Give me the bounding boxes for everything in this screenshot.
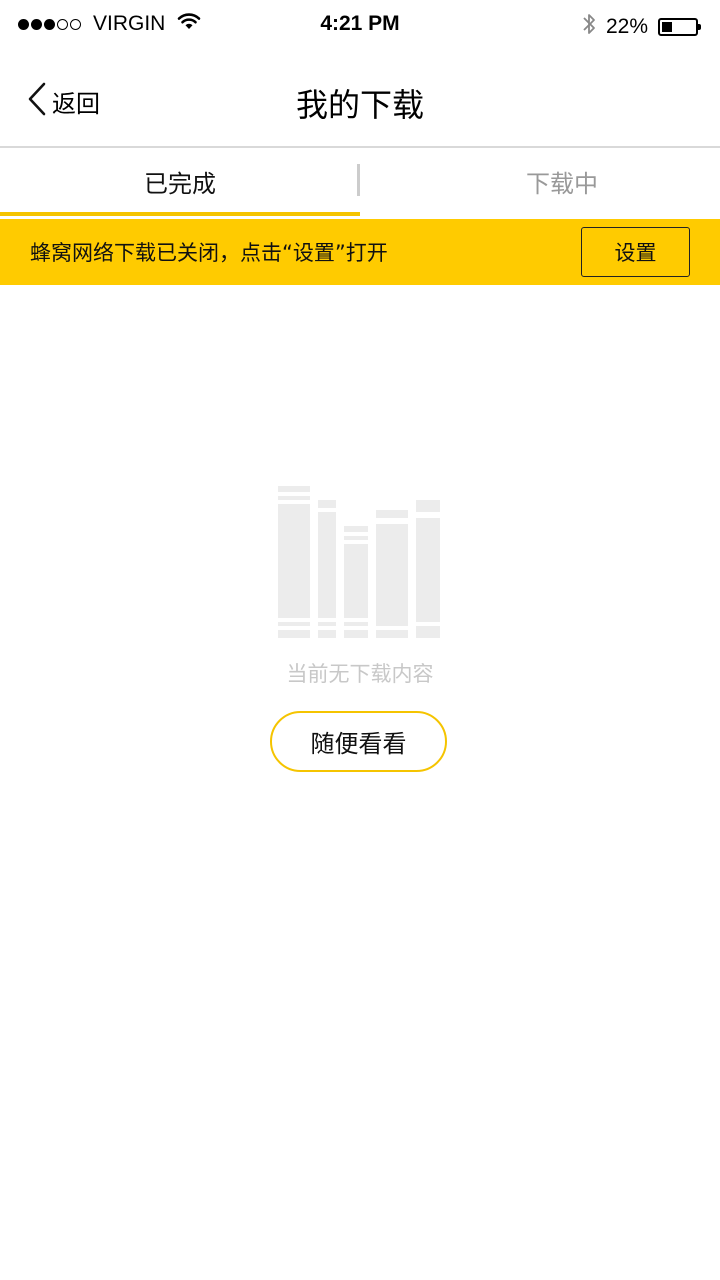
status-right: 22% (582, 12, 701, 42)
empty-books-icon (276, 484, 442, 640)
nav-bar: 返回 我的下载 (0, 52, 720, 148)
page-title: 我的下载 (295, 86, 424, 124)
browse-button[interactable]: 随便看看 (270, 711, 447, 772)
battery-fill (662, 22, 672, 32)
tab-divider (357, 164, 360, 196)
settings-button[interactable]: 设置 (581, 227, 690, 277)
download-screen: VIRGIN 4:21 PM 22% 返回 我的下载 已完成 下载中 蜂窝网络下… (0, 0, 720, 1280)
tab-completed[interactable]: 已完成 (0, 148, 360, 214)
battery-percent: 22% (605, 15, 648, 38)
notice-text: 蜂窝网络下载已关闭，点击“设置”打开 (30, 241, 388, 265)
tab-downloading[interactable]: 下载中 (408, 148, 720, 214)
tab-bar: 已完成 下载中 (0, 148, 720, 218)
bluetooth-icon (582, 12, 596, 42)
tab-active-indicator (0, 212, 360, 216)
empty-message: 当前无下载内容 (286, 662, 434, 686)
status-bar: VIRGIN 4:21 PM 22% (0, 0, 720, 52)
battery-icon (658, 18, 701, 36)
cellular-download-notice: 蜂窝网络下载已关闭，点击“设置”打开 设置 (0, 219, 720, 285)
